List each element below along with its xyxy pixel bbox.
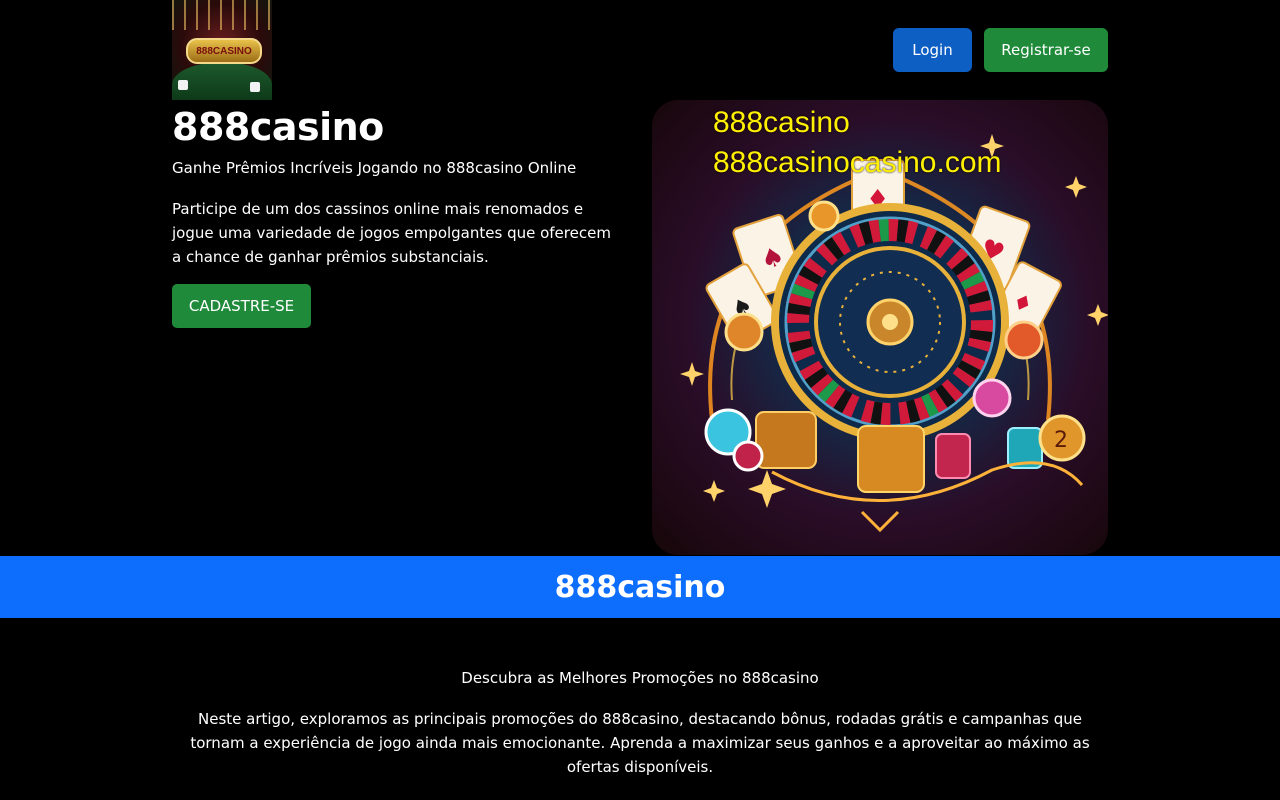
roulette-wheel-icon xyxy=(771,203,1009,441)
image-overlay-text: 888casino xyxy=(713,106,850,139)
image-overlay-url: 888casinocasino.com xyxy=(713,146,1002,179)
banner-title: 888casino xyxy=(554,569,726,605)
article-title: Descubra as Melhores Promoções no 888cas… xyxy=(461,669,819,687)
hero-casino-image: ♠ ♥ ♦ ♠ ♦ 2 888casino 888casinocasino.co… xyxy=(652,100,1108,555)
svg-text:2: 2 xyxy=(1054,428,1068,453)
logo-badge: 888CASINO xyxy=(186,38,262,64)
dice-icon xyxy=(250,82,260,92)
site-logo[interactable]: 888CASINO xyxy=(172,0,272,100)
article-body: Neste artigo, exploramos as principais p… xyxy=(190,710,1090,776)
hero-description: Participe de um dos cassinos online mais… xyxy=(172,200,611,266)
section-banner: 888casino xyxy=(0,556,1280,618)
hero-subtitle: Ganhe Prêmios Incríveis Jogando no 888ca… xyxy=(172,159,577,177)
hero-title: 888casino xyxy=(172,105,384,149)
logo-lights-decoration xyxy=(172,0,272,30)
register-button[interactable]: Registrar-se xyxy=(984,28,1108,72)
login-button[interactable]: Login xyxy=(893,28,972,72)
signup-cta-button[interactable]: CADASTRE-SE xyxy=(172,284,311,328)
dice-icon xyxy=(178,80,188,90)
